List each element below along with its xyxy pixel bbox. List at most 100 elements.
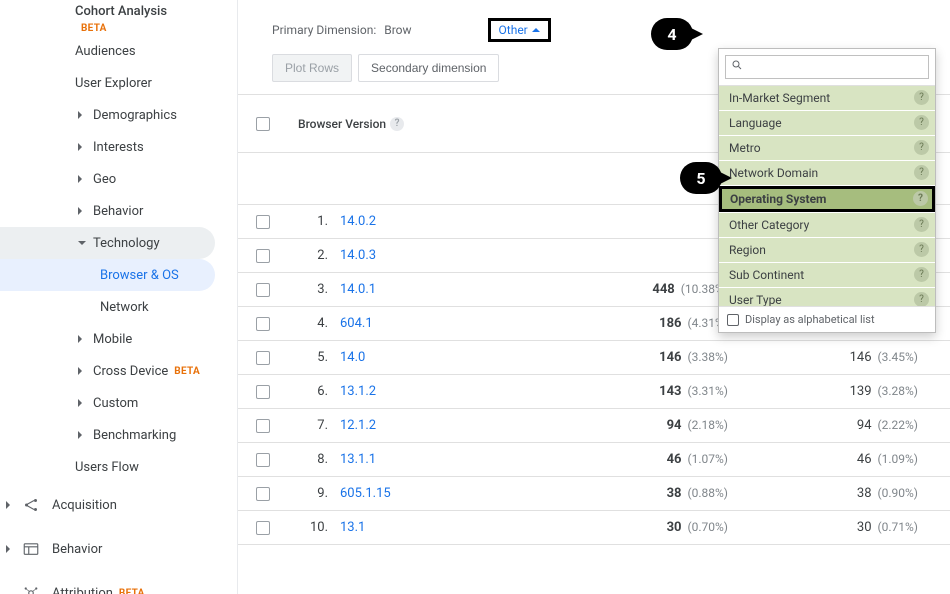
dropdown-list: In-Market Segment?Language?Metro?Network… (719, 86, 935, 306)
dropdown-item[interactable]: Sub Continent? (719, 263, 935, 288)
nav-behavior-sub[interactable]: Behavior (0, 195, 237, 227)
search-icon (731, 59, 743, 74)
nav-mobile[interactable]: Mobile (0, 323, 237, 355)
row-checkbox[interactable] (238, 487, 288, 501)
row-checkbox[interactable] (238, 249, 288, 263)
help-icon[interactable]: ? (914, 267, 929, 282)
nav-label: Geo (93, 172, 116, 187)
version-link[interactable]: 12.1.2 (340, 418, 376, 433)
row-checkbox[interactable] (238, 419, 288, 433)
version-link[interactable]: 13.1 (340, 520, 365, 535)
dropdown-item[interactable]: Language? (719, 111, 935, 136)
version-link[interactable]: 14.0 (340, 350, 365, 365)
version-link[interactable]: 13.1.2 (340, 384, 376, 399)
nav-behavior[interactable]: Behavior (0, 527, 237, 571)
row-checkbox[interactable] (238, 351, 288, 365)
alpha-checkbox[interactable] (727, 314, 739, 326)
select-all-checkbox[interactable] (238, 117, 288, 131)
row-checkbox[interactable] (238, 453, 288, 467)
dropdown-item[interactable]: Other Category? (719, 213, 935, 238)
row-checkbox[interactable] (238, 317, 288, 331)
nav-benchmarking[interactable]: Benchmarking (0, 419, 237, 451)
nav-browser-os[interactable]: Browser & OS (0, 259, 215, 291)
version-link[interactable]: 604.1 (340, 316, 373, 331)
dropdown-item[interactable]: User Type? (719, 288, 935, 306)
nav-demographics[interactable]: Demographics (0, 99, 237, 131)
col-browser-version[interactable]: Browser Version? (288, 117, 548, 131)
secondary-dimension-button[interactable]: Secondary dimension (358, 54, 499, 82)
row-users: 46(1.07%) (548, 452, 738, 467)
nav-audiences[interactable]: Audiences (0, 35, 237, 67)
beta-badge: BETA (81, 23, 107, 34)
primary-dimension-other[interactable]: Other (488, 18, 551, 42)
row-checkbox[interactable] (238, 385, 288, 399)
row-checkbox[interactable] (238, 215, 288, 229)
nav-cohort[interactable]: Cohort Analysis (0, 0, 237, 22)
version-link[interactable]: 14.0.3 (340, 248, 376, 263)
dimension-dropdown: In-Market Segment?Language?Metro?Network… (718, 48, 936, 333)
row-users: 94(2.18%) (548, 418, 738, 433)
help-icon[interactable]: ? (914, 217, 929, 232)
nav-label: Users Flow (75, 460, 139, 475)
dropdown-footer[interactable]: Display as alphabetical list (719, 306, 935, 332)
row-browser-version: 2.14.0.3 (288, 248, 548, 263)
nav-label: Browser & OS (100, 268, 179, 283)
row-sessions: 178 (928, 384, 950, 399)
nav-network[interactable]: Network (0, 291, 237, 323)
nav-attribution[interactable]: Attribution BETA (0, 571, 237, 594)
nav-geo[interactable]: Geo (0, 163, 237, 195)
nav-label: Audiences (75, 44, 136, 59)
chevron-right-icon (78, 175, 82, 183)
plot-rows-button: Plot Rows (272, 54, 352, 82)
nav-custom[interactable]: Custom (0, 387, 237, 419)
triangle-up-icon (532, 28, 540, 32)
row-browser-version: 3.14.0.1 (288, 282, 548, 297)
row-users: 38(0.88%) (548, 486, 738, 501)
version-link[interactable]: 605.1.15 (340, 486, 391, 501)
dropdown-search (719, 49, 935, 86)
row-checkbox[interactable] (238, 283, 288, 297)
attribution-icon (22, 584, 40, 594)
dropdown-search-input[interactable] (725, 55, 929, 79)
version-link[interactable]: 14.0.2 (340, 214, 376, 229)
row-browser-version: 10.13.1 (288, 520, 548, 535)
main-content: Primary Dimension: Brow Other Plot Rows … (238, 0, 950, 594)
beta-badge: BETA (119, 588, 145, 594)
help-icon[interactable]: ? (914, 115, 929, 130)
nav-cross-device[interactable]: Cross DeviceBETA (0, 355, 237, 387)
row-checkbox[interactable] (238, 521, 288, 535)
help-icon[interactable]: ? (390, 117, 404, 131)
primary-dimension-browser[interactable]: Brow (384, 23, 411, 37)
chevron-right-icon (78, 143, 82, 151)
nav-technology[interactable]: Technology (0, 227, 215, 259)
dropdown-item[interactable]: Metro? (719, 136, 935, 161)
primary-dimension-label: Primary Dimension: (272, 23, 376, 37)
row-new-users: 94(2.22%) (738, 418, 928, 433)
dropdown-item[interactable]: Region? (719, 238, 935, 263)
version-link[interactable]: 13.1.1 (340, 452, 376, 467)
nav-acquisition[interactable]: Acquisition (0, 483, 237, 527)
help-icon[interactable]: ? (913, 191, 928, 206)
version-link[interactable]: 14.0.1 (340, 282, 376, 297)
row-sessions: 62 (928, 452, 950, 467)
row-sessions: 39 (928, 520, 950, 535)
dropdown-item[interactable]: In-Market Segment? (719, 86, 935, 111)
dropdown-item-operating-system[interactable]: Operating System? (719, 186, 935, 213)
row-users: 186(4.31%) (548, 316, 738, 331)
help-icon[interactable]: ? (914, 140, 929, 155)
nav-interests[interactable]: Interests (0, 131, 237, 163)
row-sessions: 48 (928, 486, 950, 501)
col-users[interactable] (548, 121, 738, 127)
help-icon[interactable]: ? (914, 165, 929, 180)
row-browser-version: 9.605.1.15 (288, 486, 548, 501)
row-sessions: 174 (928, 350, 950, 365)
help-icon[interactable]: ? (914, 242, 929, 257)
help-icon[interactable]: ? (914, 90, 929, 105)
dropdown-item[interactable]: Network Domain? (719, 161, 935, 186)
nav-users-flow[interactable]: Users Flow (0, 451, 237, 483)
row-users: 448(10.38%) (548, 282, 738, 297)
nav-user-explorer[interactable]: User Explorer (0, 67, 237, 99)
help-icon[interactable]: ? (914, 292, 929, 306)
row-users: 143(3.31%) (548, 384, 738, 399)
nav-label: Technology (93, 236, 160, 251)
